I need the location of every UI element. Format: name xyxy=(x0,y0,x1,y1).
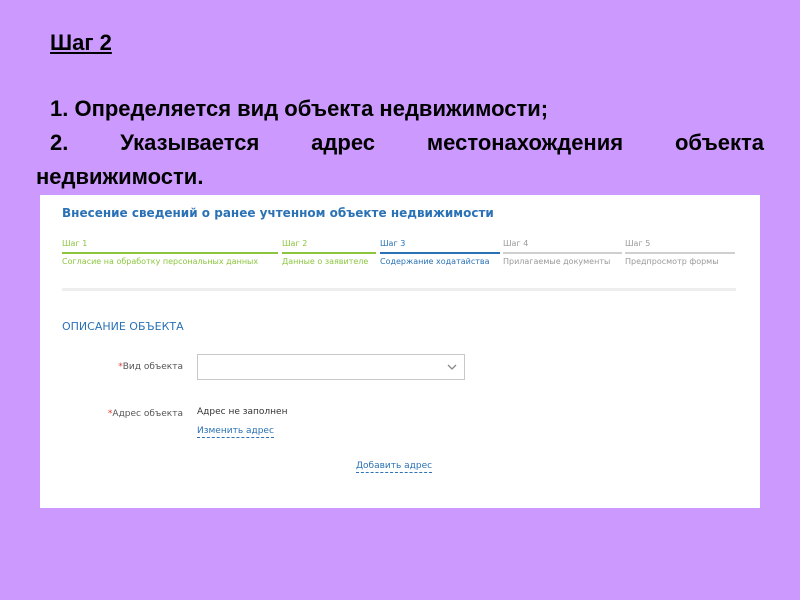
step-3[interactable]: Шаг 3 Содержание ходатайства xyxy=(380,239,500,266)
step-2[interactable]: Шаг 2 Данные о заявителе xyxy=(282,239,376,266)
object-type-select[interactable] xyxy=(197,354,465,380)
step-number: Шаг 2 xyxy=(282,239,308,248)
step-bar xyxy=(380,252,500,254)
step-1[interactable]: Шаг 1 Согласие на обработку персональных… xyxy=(62,239,278,266)
step-bar xyxy=(625,252,735,254)
step-name: Предпросмотр формы xyxy=(625,257,719,266)
slide-title: Шаг 2 xyxy=(50,30,112,55)
step-number: Шаг 1 xyxy=(62,239,88,248)
step-number: Шаг 5 xyxy=(625,239,651,248)
form-title: Внесение сведений о ранее учтенном объек… xyxy=(62,206,494,220)
form-screenshot: Внесение сведений о ранее учтенном объек… xyxy=(40,195,760,508)
step-name: Содержание ходатайства xyxy=(380,257,490,266)
step-name: Прилагаемые документы xyxy=(503,257,611,266)
slide-line-1: 1. Определяется вид объекта недвижимости… xyxy=(50,96,549,121)
step-bar xyxy=(503,252,622,254)
chevron-down-icon xyxy=(447,364,457,370)
slide-line-3: недвижимости. xyxy=(36,164,204,189)
address-label-text: Адрес объекта xyxy=(112,409,183,419)
slide-line-2: 2. Указывается адрес местонахождения объ… xyxy=(50,130,764,155)
object-type-label-text: Вид объекта xyxy=(122,362,183,372)
step-number: Шаг 3 xyxy=(380,239,406,248)
section-title: ОПИСАНИЕ ОБЪЕКТА xyxy=(62,320,184,333)
step-name: Согласие на обработку персональных данны… xyxy=(62,257,259,266)
address-label: *Адрес объекта xyxy=(53,409,183,419)
object-type-label: *Вид объекта xyxy=(53,362,183,372)
step-bar xyxy=(62,252,278,254)
step-bar xyxy=(282,252,376,254)
divider xyxy=(62,288,736,291)
step-4[interactable]: Шаг 4 Прилагаемые документы xyxy=(503,239,622,266)
step-name: Данные о заявителе xyxy=(282,257,369,266)
change-address-link[interactable]: Изменить адрес xyxy=(197,426,274,438)
add-address-link[interactable]: Добавить адрес xyxy=(356,461,433,473)
step-5[interactable]: Шаг 5 Предпросмотр формы xyxy=(625,239,735,266)
slide-text: 1. Определяется вид объекта недвижимости… xyxy=(36,92,764,194)
address-value: Адрес не заполнен xyxy=(197,407,288,417)
step-number: Шаг 4 xyxy=(503,239,529,248)
